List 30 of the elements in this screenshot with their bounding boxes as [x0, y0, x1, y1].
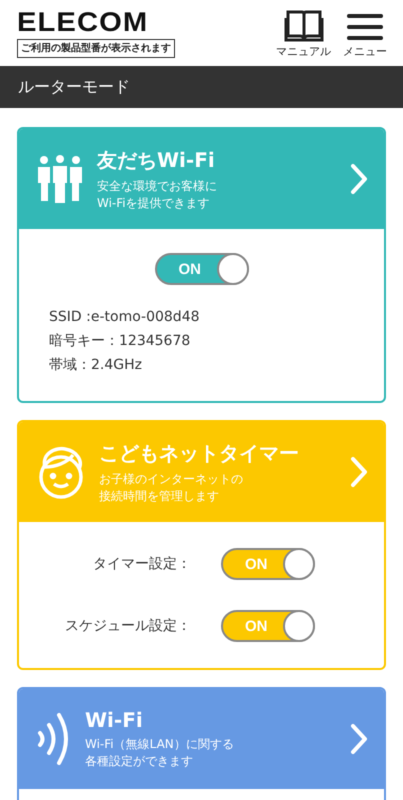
toggle-switch[interactable]: ON	[221, 548, 315, 580]
model-note: ご利用の製品型番が表示されます	[17, 39, 175, 58]
child-face-icon	[37, 445, 85, 499]
setting-label: スケジュール設定：	[64, 617, 192, 635]
wifi-icon	[37, 711, 71, 767]
card-description: お子様のインターネットの 接続時間を管理します	[99, 470, 244, 504]
menu-button[interactable]: メニュー	[343, 12, 387, 58]
logo: ELECOM	[17, 8, 150, 36]
toggle-switch[interactable]: ON	[221, 610, 315, 642]
info-line: 暗号キー：12345678	[49, 332, 192, 351]
info-line: SSID :e-tomo-008d48	[49, 308, 201, 327]
mode-title-bar: ルーターモード	[0, 66, 403, 108]
setting-label: タイマー設定：	[92, 555, 192, 573]
chevron-right-icon	[350, 456, 368, 488]
chevron-right-icon	[350, 723, 368, 755]
toggle-switch[interactable]: ON	[154, 253, 248, 285]
menu-icon	[347, 12, 383, 42]
card-title: 友だちWi-Fi	[97, 146, 216, 174]
card-header[interactable]: 友だちWi-Fi 安全な環境でお客様に Wi-Fiを提供できます	[19, 129, 384, 229]
card-header[interactable]: こどもネットタイマー お子様のインターネットの 接続時間を管理します	[19, 422, 384, 522]
card-description: 安全な環境でお客様に Wi-Fiを提供できます	[97, 178, 218, 212]
info-line: 帯域：2.4GHz	[49, 356, 143, 375]
book-icon	[284, 8, 324, 42]
card-description: Wi-Fi（無線LAN）に関する 各種設定ができます	[85, 736, 235, 770]
card-header[interactable]: Wi-Fi Wi-Fi（無線LAN）に関する 各種設定ができます	[19, 689, 384, 789]
people-icon	[37, 155, 83, 203]
manual-button[interactable]: マニュアル	[276, 8, 331, 58]
card-title: こどもネットタイマー	[99, 440, 300, 466]
card-title: Wi-Fi	[85, 708, 144, 732]
chevron-right-icon	[350, 163, 368, 195]
